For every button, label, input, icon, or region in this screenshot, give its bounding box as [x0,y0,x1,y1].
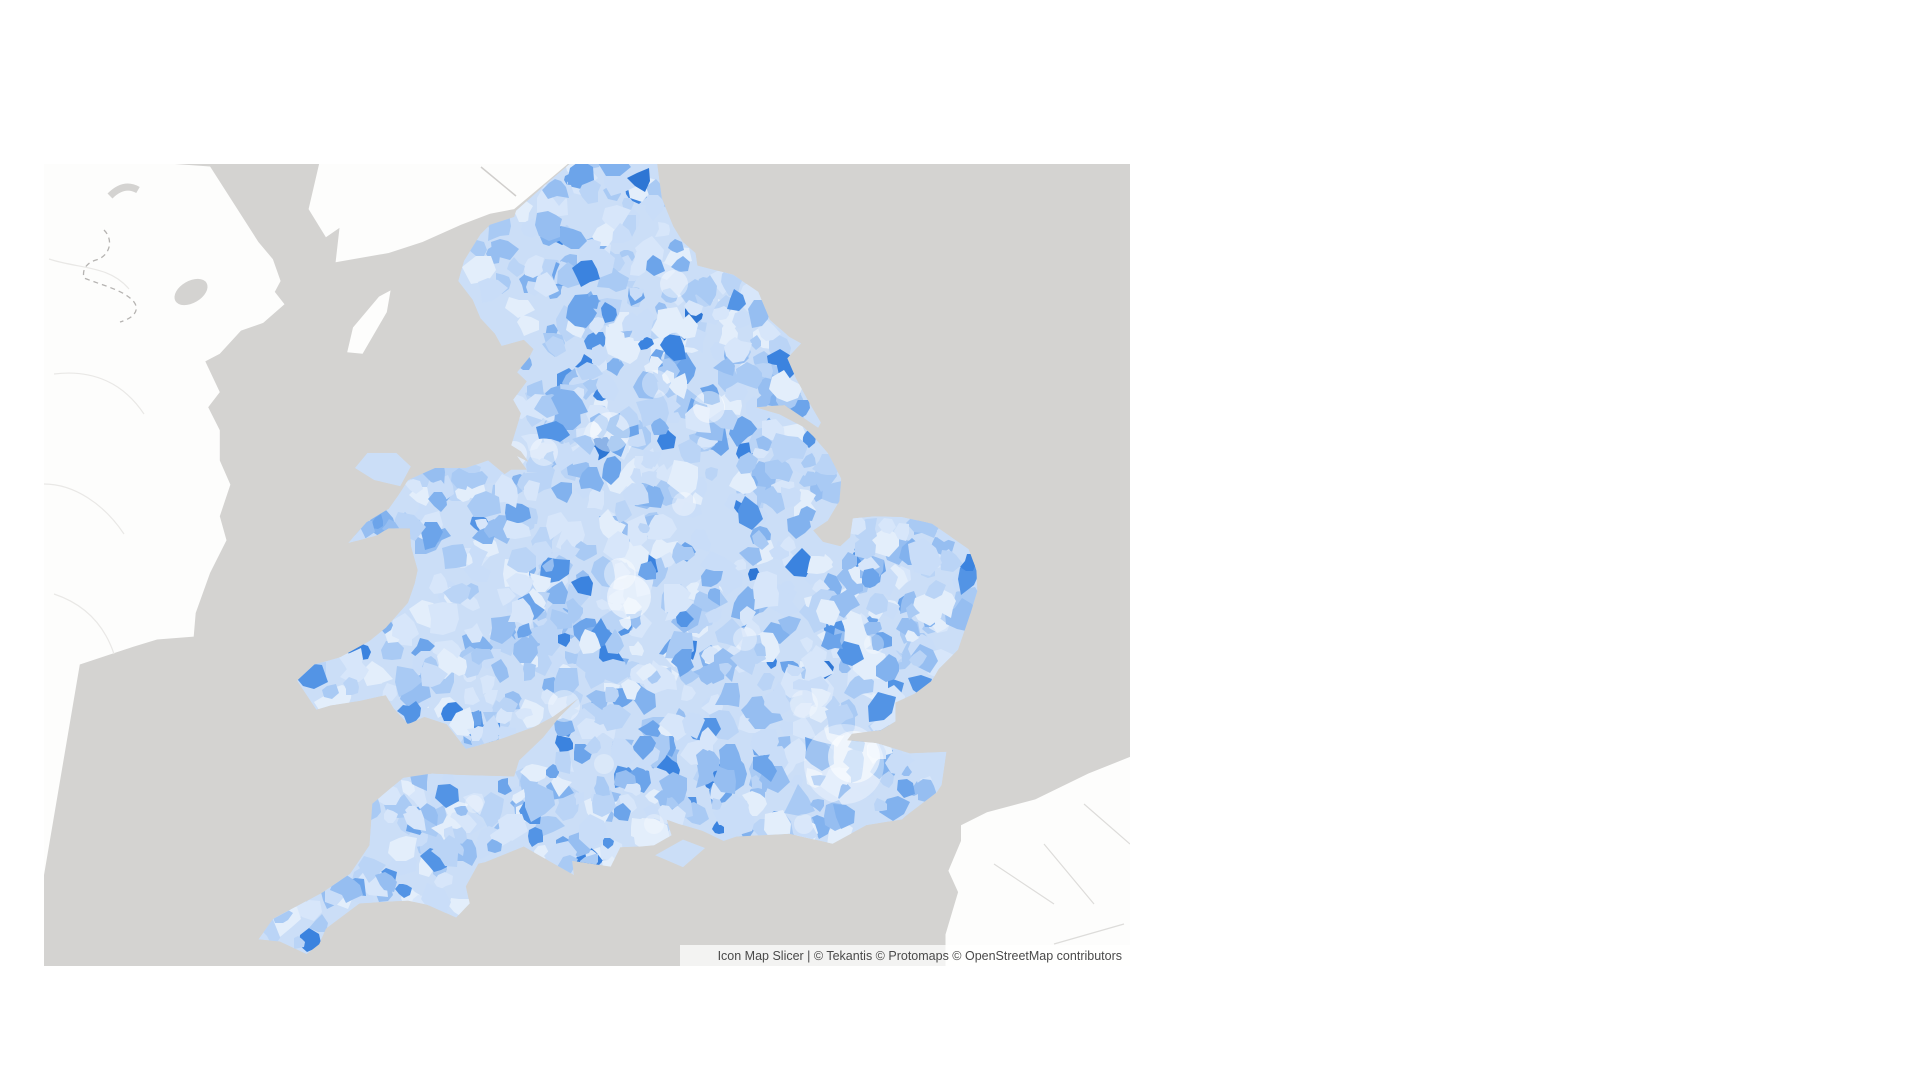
svg-text:Icon Map Slicer | © Tekantis ©: Icon Map Slicer | © Tekantis © Protomaps… [718,949,1122,963]
